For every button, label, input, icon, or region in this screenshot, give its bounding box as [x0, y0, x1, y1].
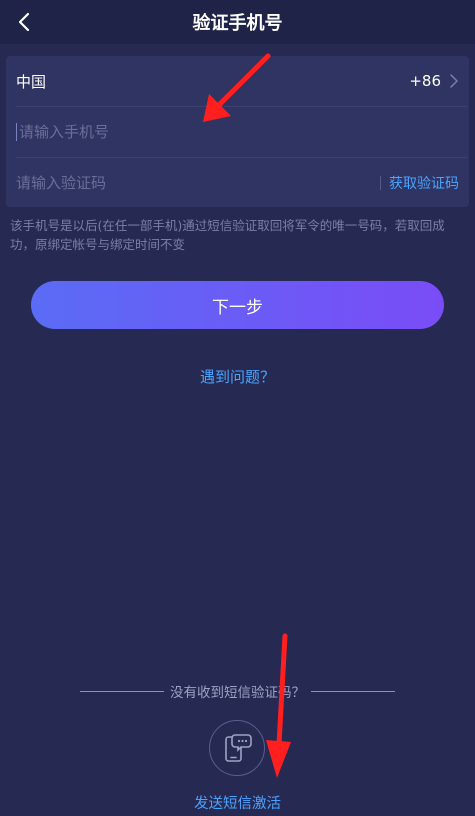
- page-title: 验证手机号: [192, 13, 283, 34]
- next-step-button[interactable]: 下一步: [31, 281, 444, 329]
- problem-link[interactable]: 遇到问题？: [0, 366, 475, 387]
- divider-line: [80, 690, 164, 692]
- verification-code-input[interactable]: [16, 174, 356, 192]
- country-code: +86: [409, 72, 441, 90]
- get-code-button[interactable]: 获取验证码: [389, 173, 459, 193]
- annotation-arrow-icon: [266, 633, 291, 778]
- back-button[interactable]: [8, 6, 40, 38]
- send-sms-icon-button[interactable]: [209, 720, 265, 776]
- phone-message-icon: [225, 734, 252, 762]
- phone-form: 中国 +86 获取验证码: [6, 56, 469, 207]
- chevron-left-icon: [18, 12, 30, 32]
- divider-line: [311, 690, 395, 692]
- top-bar: 验证手机号: [0, 0, 475, 44]
- country-name: 中国: [16, 72, 47, 91]
- phone-input[interactable]: [16, 123, 459, 141]
- sms-prompt-text: 没有收到短信验证码？: [170, 685, 305, 701]
- send-sms-link[interactable]: 发送短信激活: [0, 792, 475, 813]
- chevron-right-icon: [450, 74, 458, 88]
- hint-text: 该手机号是以后(在任一部手机)通过短信验证取回将军令的唯一号码，若取回成功，原绑…: [10, 218, 445, 252]
- country-selector[interactable]: 中国 +86: [6, 56, 469, 106]
- code-row: 获取验证码: [6, 158, 469, 208]
- separator: [380, 176, 381, 190]
- sms-prompt-row: 没有收到短信验证码？: [80, 681, 395, 701]
- phone-row: [6, 107, 469, 157]
